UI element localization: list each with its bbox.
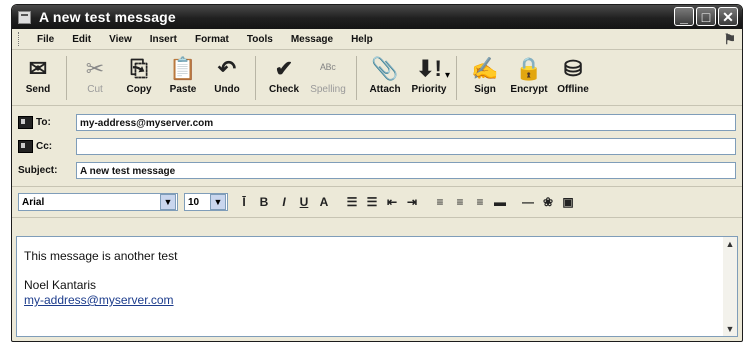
address-book-icon: [18, 139, 33, 153]
compose-message-icon: [18, 10, 31, 24]
encrypt-button[interactable]: 🔒 Encrypt: [507, 56, 551, 95]
decrease-indent-icon[interactable]: ⇤: [382, 195, 402, 209]
paste-icon: 📋: [169, 56, 197, 81]
insert-picture-icon[interactable]: ▣: [558, 195, 578, 209]
underline-icon[interactable]: U: [294, 195, 314, 209]
send-button[interactable]: ✉ Send: [16, 56, 60, 95]
message-header: To: my-address@myserver.com Cc: Subject:…: [12, 106, 742, 182]
spelling-icon: ᴬᴮᶜ: [320, 61, 336, 76]
menu-help[interactable]: Help: [342, 34, 382, 45]
signature-name: Noel Kantaris: [24, 278, 97, 292]
toolbar-separator: [356, 56, 357, 100]
subject-field[interactable]: A new test message: [76, 161, 736, 179]
signature-email-link[interactable]: my-address@myserver.com: [24, 293, 737, 308]
toolbar-separator: [456, 56, 458, 100]
maximize-button[interactable]: □: [696, 7, 716, 26]
hyperlink-icon[interactable]: ❀: [538, 195, 558, 209]
scroll-down-icon[interactable]: ▼: [723, 324, 737, 334]
bullet-list-icon[interactable]: ☰: [362, 195, 382, 209]
cut-icon: ✂: [85, 56, 105, 81]
vertical-scrollbar[interactable]: ▲ ▼: [723, 237, 737, 336]
encrypt-icon: 🔒: [515, 56, 543, 81]
menu-tools[interactable]: Tools: [238, 34, 282, 45]
align-center-icon[interactable]: ≡: [450, 195, 470, 209]
copy-button[interactable]: ⎘ Copy: [117, 56, 161, 95]
toolbar: ✉ Send ✂ Cut ⎘ Copy 📋 Paste ↶ Undo ✔ Check ᴬᴮᶜ…: [12, 50, 742, 106]
paragraph-style-icon[interactable]: Ī: [234, 195, 254, 209]
scroll-up-icon[interactable]: ▲: [723, 239, 737, 249]
offline-button[interactable]: ⛁ Offline: [551, 56, 595, 95]
close-button[interactable]: ✕: [718, 7, 738, 26]
align-left-icon[interactable]: ≡: [430, 195, 450, 209]
justify-icon[interactable]: ▬: [490, 195, 510, 209]
message-body[interactable]: This message is another test Noel Kantar…: [16, 236, 738, 337]
title-bar[interactable]: A new test message _ □ ✕: [12, 5, 742, 29]
to-field[interactable]: my-address@myserver.com: [76, 113, 736, 131]
toolbar-separator: [255, 56, 256, 100]
formatting-toolbar: Arial ▼ 10 ▼ Ī B I U A ☰ ☰ ⇤ ⇥ ≡ ≡ ≡ ▬ — ❀…: [12, 186, 742, 218]
menu-insert[interactable]: Insert: [141, 34, 186, 45]
sign-button[interactable]: ✍ Sign: [463, 56, 507, 95]
menu-edit[interactable]: Edit: [63, 34, 100, 45]
undo-icon: ↶: [217, 56, 237, 81]
undo-button[interactable]: ↶ Undo: [205, 56, 249, 95]
minimize-button[interactable]: _: [674, 7, 694, 26]
menu-view[interactable]: View: [100, 34, 141, 45]
priority-dropdown-icon[interactable]: ▾: [445, 70, 450, 81]
numbered-list-icon[interactable]: ☰: [342, 195, 362, 209]
cc-field[interactable]: [76, 137, 736, 155]
italic-icon[interactable]: I: [274, 195, 294, 209]
chevron-down-icon[interactable]: ▼: [210, 194, 226, 210]
paperclip-icon: 📎: [371, 56, 399, 81]
subject-row: Subject: A new test message: [18, 158, 736, 182]
offline-icon: ⛁: [563, 56, 583, 81]
cc-row: Cc:: [18, 134, 736, 158]
paste-button[interactable]: 📋 Paste: [161, 56, 205, 95]
menu-file[interactable]: File: [28, 34, 63, 45]
menu-format[interactable]: Format: [186, 34, 238, 45]
spelling-button[interactable]: ᴬᴮᶜ Spelling: [306, 56, 350, 95]
check-names-icon: ✔: [274, 56, 294, 81]
menu-bar: File Edit View Insert Format Tools Messa…: [12, 29, 742, 50]
bold-icon[interactable]: B: [254, 195, 274, 209]
check-names-button[interactable]: ✔ Check: [262, 56, 306, 95]
attach-button[interactable]: 📎 Attach: [363, 56, 407, 95]
font-size-select[interactable]: 10 ▼: [184, 193, 228, 211]
menu-message[interactable]: Message: [282, 34, 342, 45]
to-row: To: my-address@myserver.com: [18, 110, 736, 134]
address-book-icon: [18, 115, 33, 129]
to-label-button[interactable]: To:: [18, 115, 76, 129]
sign-icon: ✍: [471, 56, 499, 81]
cut-button[interactable]: ✂ Cut: [73, 56, 117, 95]
menu-grip[interactable]: [18, 32, 22, 46]
font-select[interactable]: Arial ▼: [18, 193, 178, 211]
window-title: A new test message: [39, 9, 176, 25]
chevron-down-icon[interactable]: ▼: [160, 194, 176, 210]
increase-indent-icon[interactable]: ⇥: [402, 195, 422, 209]
font-color-icon[interactable]: A: [314, 195, 334, 209]
toolbar-separator: [66, 56, 67, 100]
send-icon: ✉: [28, 56, 48, 81]
priority-icon: ⬇!: [416, 56, 442, 81]
subject-label: Subject:: [18, 164, 58, 176]
horizontal-line-icon[interactable]: —: [518, 195, 538, 209]
windows-logo-icon: ⚑: [723, 31, 736, 47]
cc-label-button[interactable]: Cc:: [18, 139, 76, 153]
align-right-icon[interactable]: ≡: [470, 195, 490, 209]
compose-window: A new test message _ □ ✕ File Edit View …: [11, 4, 743, 342]
body-line: This message is another test: [24, 249, 178, 263]
copy-icon: ⎘: [130, 56, 148, 81]
